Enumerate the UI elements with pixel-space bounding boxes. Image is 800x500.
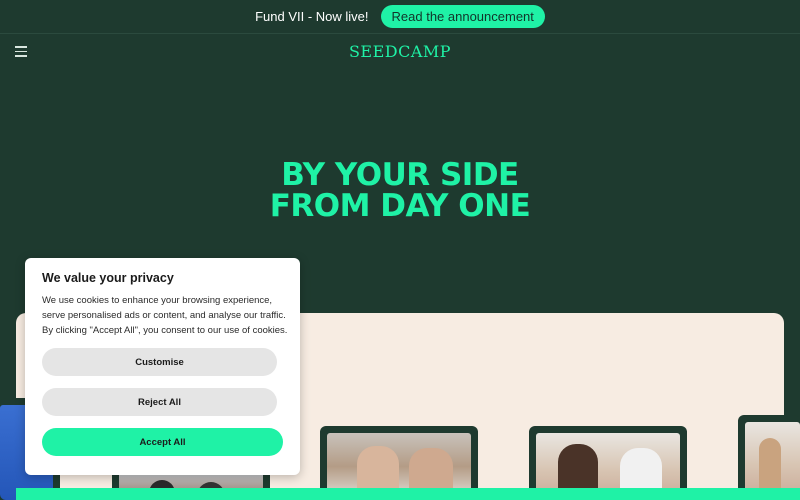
cookie-consent-dialog: We value your privacy We use cookies to …	[25, 258, 300, 475]
cookie-description: We use cookies to enhance your browsing …	[42, 295, 288, 336]
accept-all-button[interactable]: Accept All	[42, 428, 283, 456]
reject-all-button[interactable]: Reject All	[42, 388, 277, 416]
hero-heading: BY YOUR SIDE FROM DAY ONE	[0, 160, 800, 222]
read-announcement-button[interactable]: Read the announcement	[380, 5, 545, 28]
hero-line-2: FROM DAY ONE	[269, 188, 531, 224]
accent-strip	[16, 488, 800, 500]
customise-button[interactable]: Customise	[42, 348, 277, 376]
announcement-text: Fund VII - Now live!	[255, 9, 369, 24]
seedcamp-logo[interactable]: SEEDCAMP	[0, 42, 800, 61]
hero-line-1: BY YOUR SIDE	[281, 157, 519, 193]
announcement-bar: Fund VII - Now live! Read the announceme…	[0, 0, 800, 34]
cookie-title: We value your privacy	[42, 271, 174, 285]
